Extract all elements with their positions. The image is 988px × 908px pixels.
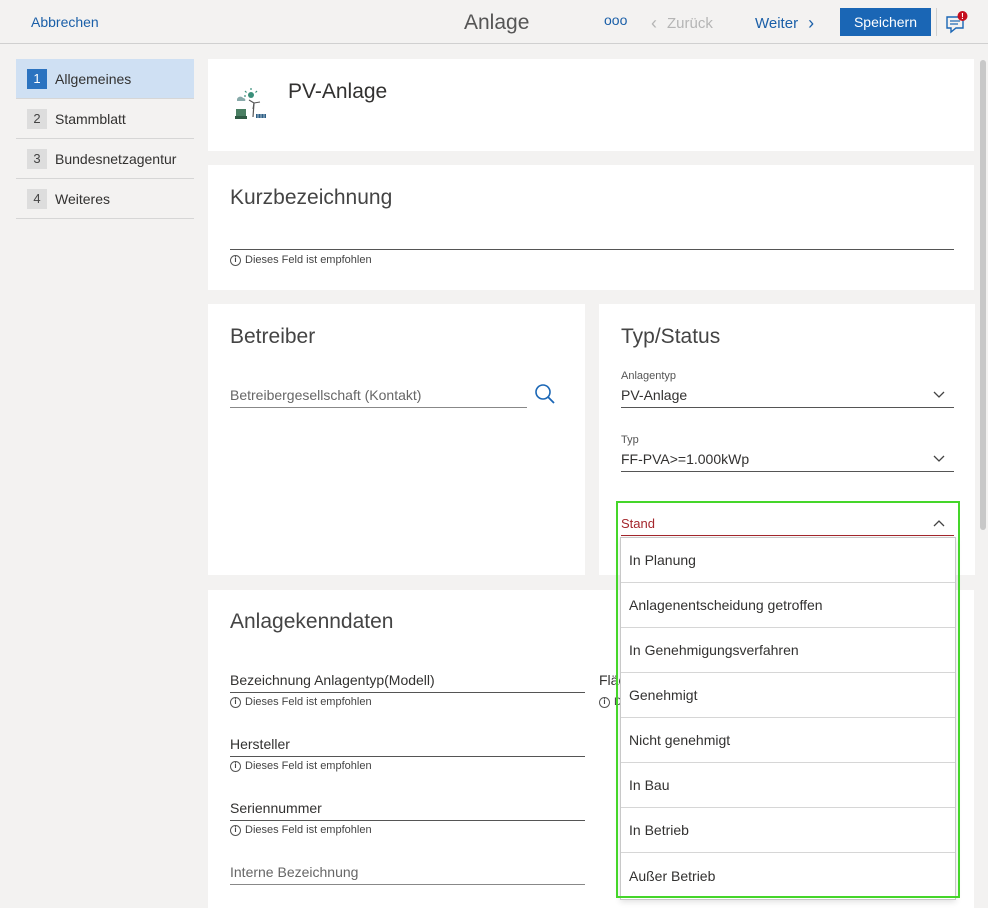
search-icon[interactable] <box>534 383 556 405</box>
record-title: PV-Anlage <box>288 80 388 103</box>
feedback-icon[interactable]: ! <box>945 11 969 35</box>
hint-text: Dieses Feld ist empfohlen <box>245 824 372 836</box>
scrollbar[interactable] <box>980 60 986 530</box>
hint-text: Dieses Feld ist empfohlen <box>245 760 372 772</box>
nav-item-weiteres[interactable]: 4 Weiteres <box>16 179 194 219</box>
recommended-hint: i Dieses Feld ist empfohlen <box>230 760 372 772</box>
record-header-card: PV-Anlage <box>208 59 974 151</box>
nav-item-bundesnetzagentur[interactable]: 3 Bundesnetzagentur <box>16 139 194 179</box>
dropdown-option[interactable]: Anlagenentscheidung getroffen <box>621 583 955 628</box>
section-nav: 1 Allgemeines 2 Stammblatt 3 Bundesnetza… <box>16 59 194 219</box>
info-icon: i <box>599 696 610 708</box>
interne-bezeichnung-input[interactable]: Interne Bezeichnung <box>230 864 358 880</box>
field-underline <box>230 884 585 885</box>
anlagentyp-select[interactable]: PV-Anlage <box>621 387 687 403</box>
field-underline <box>230 249 954 250</box>
cancel-link[interactable]: Abbrechen <box>31 14 99 30</box>
toolbar-divider <box>936 8 937 36</box>
field-underline <box>621 407 954 408</box>
hint-text: Dieses Feld ist empfohlen <box>245 696 372 708</box>
nav-number: 4 <box>27 188 47 209</box>
dropdown-option[interactable]: Nicht genehmigt <box>621 718 955 763</box>
dropdown-option[interactable]: In Bau <box>621 763 955 808</box>
nav-label: Weiteres <box>55 190 110 207</box>
field-underline <box>230 407 527 408</box>
nav-label: Stammblatt <box>55 110 126 127</box>
typ-select[interactable]: FF-PVA>=1.000kWp <box>621 451 749 467</box>
dropdown-option[interactable]: In Betrieb <box>621 808 955 853</box>
nav-number: 2 <box>27 108 47 129</box>
info-icon: i <box>230 760 241 772</box>
stand-select[interactable]: Stand <box>621 516 655 531</box>
info-icon: i <box>230 824 241 836</box>
more-options-button[interactable]: ooo <box>604 12 627 28</box>
seriennummer-input[interactable]: Seriennummer <box>230 800 322 816</box>
section-title-betreiber: Betreiber <box>230 325 316 348</box>
dropdown-option[interactable]: In Genehmigungsverfahren <box>621 628 955 673</box>
field-underline <box>230 692 585 693</box>
typ-label: Typ <box>621 434 639 446</box>
betreiber-card: Betreiber Betreibergesellschaft (Kontakt… <box>208 304 585 575</box>
betreiber-input[interactable]: Betreibergesellschaft (Kontakt) <box>230 387 421 403</box>
nav-label: Bundesnetzagentur <box>55 150 177 167</box>
page-title: Anlage <box>464 11 530 34</box>
recommended-hint: i Dieses Feld ist empfohlen <box>230 824 372 836</box>
top-bar: Abbrechen Anlage ooo ‹ Zurück Weiter › Spe… <box>0 0 988 44</box>
bezeichnung-input[interactable]: Bezeichnung Anlagentyp(Modell) <box>230 672 435 688</box>
recommended-hint: i Dieses Feld ist empfohlen <box>230 696 372 708</box>
recommended-hint: iD <box>599 696 622 708</box>
recommended-hint: i Dieses Feld ist empfohlen <box>230 254 372 266</box>
info-icon: i <box>230 696 241 708</box>
anlagentyp-label: Anlagentyp <box>621 370 677 382</box>
pv-plant-icon <box>235 88 266 119</box>
back-button[interactable]: ‹ Zurück <box>651 12 713 33</box>
dropdown-option[interactable]: Genehmigt <box>621 673 955 718</box>
hint-text: Dieses Feld ist empfohlen <box>245 254 372 266</box>
back-label: Zurück <box>667 15 713 32</box>
chevron-left-icon: ‹ <box>651 13 657 33</box>
notification-badge: ! <box>961 12 964 21</box>
dropdown-option[interactable]: In Planung <box>621 538 955 583</box>
next-label: Weiter <box>755 15 799 32</box>
nav-item-stammblatt[interactable]: 2 Stammblatt <box>16 99 194 139</box>
kurzbezeichnung-input[interactable]: Kurzbezeichnung <box>230 186 392 210</box>
field-underline <box>621 471 954 472</box>
stand-underline <box>621 535 954 536</box>
chevron-down-icon[interactable] <box>933 455 945 463</box>
field-underline <box>230 820 585 821</box>
section-title-typstatus: Typ/Status <box>621 325 721 348</box>
nav-label: Allgemeines <box>55 70 132 87</box>
nav-number: 3 <box>27 148 47 169</box>
nav-item-allgemeines[interactable]: 1 Allgemeines <box>16 59 194 99</box>
nav-number: 1 <box>27 68 47 89</box>
hersteller-input[interactable]: Hersteller <box>230 736 290 752</box>
save-button[interactable]: Speichern <box>840 8 931 36</box>
section-title-kenndaten: Anlagekenndaten <box>230 610 394 633</box>
chevron-down-icon[interactable] <box>933 391 945 399</box>
chevron-right-icon: › <box>808 13 815 33</box>
kurzbezeichnung-card: Kurzbezeichnung i Dieses Feld ist empfohl… <box>208 165 974 290</box>
dropdown-option[interactable]: Außer Betrieb <box>621 853 955 899</box>
info-icon: i <box>230 254 241 266</box>
next-button[interactable]: Weiter › <box>755 12 814 33</box>
field-underline <box>230 756 585 757</box>
stand-dropdown-list: In Planung Anlagenentscheidung getroffen… <box>620 537 956 900</box>
chevron-up-icon[interactable] <box>933 519 945 527</box>
